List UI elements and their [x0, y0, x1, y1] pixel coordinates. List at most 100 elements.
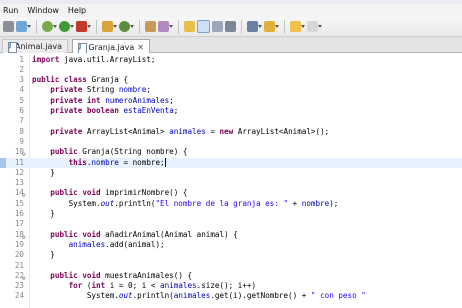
debug-icon[interactable] [42, 21, 57, 32]
code-line[interactable]: 5 private int numeroAnimales; [0, 96, 462, 106]
keyword-token: int [91, 281, 106, 291]
code-line[interactable]: 8 private ArrayList<Animal> animales = n… [0, 127, 462, 137]
text-token: } [32, 250, 55, 260]
text-token: Granja(String nombre) { [77, 147, 188, 157]
line-number: 24 [14, 291, 24, 301]
keyword-token: private [50, 106, 83, 115]
previous-annotation-icon[interactable] [247, 21, 262, 32]
new-icon[interactable] [16, 21, 31, 32]
field-token: animales [160, 281, 197, 291]
code-line[interactable]: 24 System.out.println(animales.get(i).ge… [0, 291, 462, 301]
text-token: ; [146, 85, 151, 95]
code-line[interactable]: 22 ⊖ public void muestraAnimales() { [0, 271, 462, 282]
print-icon[interactable] [3, 21, 14, 32]
line-number: 16 [14, 209, 24, 218]
code-text: public Granja(String nombre) { [32, 147, 187, 157]
java-file-icon [8, 42, 17, 53]
menu-bar: Run Window Help [0, 4, 462, 17]
toolbar-separator [241, 19, 242, 34]
field-token: animales [173, 291, 211, 301]
code-line[interactable]: 18 ⊖ public void añadirAnimal(Animal anim… [0, 230, 462, 241]
show-whitespace-icon[interactable] [197, 20, 210, 33]
code-editor[interactable]: 1 import java.util.ArrayList; 2 3 public cla… [0, 53, 462, 308]
code-line[interactable]: 12 } [0, 168, 462, 178]
keyword-token: void [82, 270, 101, 280]
code-line[interactable]: 11 this.nombre = nombre; [0, 157, 462, 168]
keyword-token: private [50, 85, 83, 95]
text-token: = [205, 126, 220, 136]
line-number: 5 [19, 95, 24, 105]
code-line[interactable]: 16 } [0, 209, 462, 219]
text-token: + [288, 198, 302, 208]
tab-granja-java[interactable]: Granja.java ✕ [72, 39, 150, 54]
toolbar-separator [284, 19, 285, 34]
code-text: public void imprimirNombre() { [32, 188, 187, 198]
open-type-icon[interactable] [145, 21, 156, 32]
keyword-token: private [50, 126, 83, 136]
keyword-token: public [50, 188, 78, 198]
menu-window[interactable]: Window [27, 4, 59, 17]
static-field-token: out [100, 198, 115, 208]
run-icon[interactable] [59, 21, 74, 32]
line-number: 6 [19, 106, 24, 115]
line-number: 12 [14, 167, 24, 177]
new-project-icon[interactable] [102, 21, 117, 32]
search-icon[interactable] [158, 21, 173, 32]
line-number: 21 [14, 260, 24, 270]
code-line[interactable]: 9 [0, 137, 462, 147]
new-class-icon[interactable] [119, 21, 134, 32]
line-number: 9 [19, 136, 24, 146]
code-line[interactable]: 1 import java.util.ArrayList; [0, 55, 462, 65]
text-token: .size(); i++) [196, 281, 257, 291]
close-tab-icon[interactable]: ✕ [137, 43, 144, 52]
code-line[interactable]: 2 [0, 65, 462, 75]
block-selection-icon[interactable] [212, 21, 223, 32]
forward-icon[interactable] [307, 21, 322, 32]
line-number: 14 [14, 188, 24, 198]
code-line[interactable]: 7 [0, 116, 462, 126]
external-tools-icon[interactable] [76, 21, 91, 32]
code-line[interactable]: 21 [0, 261, 462, 271]
code-text: private boolean estaEnVenta; [32, 106, 178, 116]
string-token: " con peso " [310, 291, 366, 301]
code-line[interactable]: 3 public class Granja { [0, 75, 462, 85]
menu-help[interactable]: Help [68, 4, 86, 17]
code-text: import java.util.ArrayList; [32, 55, 155, 65]
code-line[interactable]: 13 [0, 178, 462, 188]
code-line[interactable]: 19 animales.add(animal); [0, 240, 462, 250]
static-field-token: out [118, 291, 133, 301]
text-token: } [32, 167, 55, 177]
tab-animal-java[interactable]: Animal.java [2, 39, 68, 53]
code-text: private ArrayList<Animal> animales = new… [32, 127, 329, 137]
code-line[interactable]: 10 ⊖ public Granja(String nombre) { [0, 147, 462, 158]
line-number: 13 [14, 178, 24, 188]
keyword-token: this [68, 157, 87, 167]
text-token: ArrayList<Animal>(); [233, 126, 330, 136]
keyword-token: new [219, 126, 234, 136]
back-icon[interactable] [290, 21, 305, 32]
code-line[interactable]: 20 } [0, 250, 462, 260]
field-token: estaEnVenta [123, 106, 174, 115]
next-annotation-icon[interactable] [225, 21, 236, 32]
code-line[interactable]: 6 private boolean estaEnVenta; [0, 106, 462, 116]
code-line[interactable]: 23 for (int i = 0; i < animales.size(); … [0, 281, 462, 291]
line-number: 11 [14, 157, 24, 167]
code-text: public void muestraAnimales() { [32, 271, 192, 281]
code-line[interactable]: 15 System.out.println("El nombre de la g… [0, 199, 462, 209]
keyword-token: int [86, 95, 101, 105]
menu-run[interactable]: Run [3, 4, 18, 17]
text-token: .get(i).getNombre() + [210, 291, 311, 301]
code-line[interactable]: 4 private String nombre; [0, 85, 462, 95]
last-edit-icon[interactable] [264, 21, 279, 32]
code-line[interactable]: 17 [0, 219, 462, 229]
line-number: 23 [14, 281, 24, 291]
line-number: 10 [14, 147, 24, 157]
toggle-mark-occurrences-icon[interactable] [184, 21, 195, 32]
line-number: 4 [19, 85, 24, 95]
text-token: ); [329, 198, 339, 208]
code-line[interactable]: 14 ⊖ public void imprimirNombre() { [0, 188, 462, 199]
